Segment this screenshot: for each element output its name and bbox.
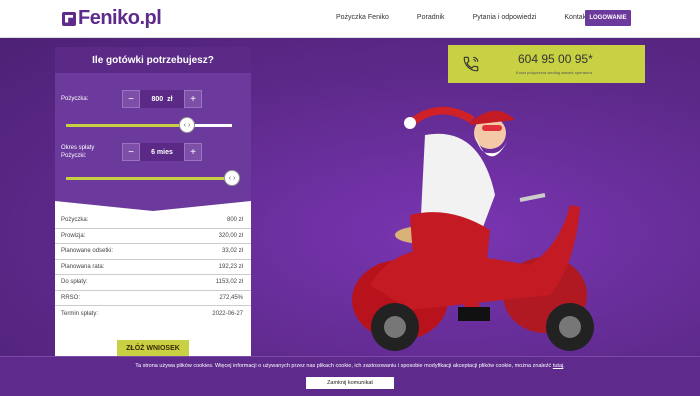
detail-label: Do spłaty: bbox=[61, 279, 88, 286]
detail-label: Pożyczka: bbox=[61, 217, 89, 224]
detail-value: 192,23 zł bbox=[218, 263, 243, 270]
calculator-title: Ile gotówki potrzebujesz? bbox=[55, 47, 251, 73]
detail-row-commission: Prowizja: 320,00 zł bbox=[55, 229, 251, 244]
detail-label: Planowane odsetki: bbox=[61, 248, 114, 255]
calculator-controls: Ile gotówki potrzebujesz? Pożyczka: − 80… bbox=[55, 47, 251, 197]
detail-row-interest: Planowane odsetki: 33,02 zł bbox=[55, 244, 251, 260]
loan-slider-fill bbox=[66, 124, 187, 127]
nav-links: Pożyczka Feniko Poradnik Pytania i odpow… bbox=[336, 14, 616, 21]
loan-amount-unit: zł bbox=[167, 95, 173, 103]
phone-cost-note: Koszt połączenia według stawek operatora bbox=[516, 70, 592, 75]
apply-button[interactable]: ZŁÓŻ WNIOSEK bbox=[117, 340, 189, 356]
phone-number: 604 95 00 95* bbox=[518, 52, 593, 66]
detail-value: 1153,02 zł bbox=[215, 279, 243, 286]
detail-value: 272,45% bbox=[219, 294, 243, 301]
detail-row-installment: Planowana rata: 192,23 zł bbox=[55, 260, 251, 275]
loan-amount-number: 800 bbox=[151, 95, 164, 103]
loan-term-slider[interactable]: ‹ › bbox=[66, 170, 240, 186]
term-minus-button[interactable]: − bbox=[122, 143, 140, 161]
loan-term-label: Okres spłaty Pożyczki: bbox=[61, 145, 95, 159]
top-navigation: Feniko.pl Pożyczka Feniko Poradnik Pytan… bbox=[0, 0, 700, 38]
detail-label: Termin spłaty: bbox=[61, 310, 99, 317]
santa-scooter-image bbox=[352, 106, 594, 351]
calculator-divider bbox=[55, 197, 251, 211]
loan-minus-button[interactable]: − bbox=[122, 90, 140, 108]
phone-icon bbox=[463, 56, 479, 72]
term-plus-button[interactable]: + bbox=[184, 143, 202, 161]
cookie-banner: Ta strona używa plików cookies. Więcej i… bbox=[0, 356, 700, 396]
detail-row-total: Do spłaty: 1153,02 zł bbox=[55, 275, 251, 291]
detail-value: 2022-06-27 bbox=[212, 310, 243, 317]
cookie-more-link[interactable]: tutaj bbox=[553, 363, 563, 369]
nav-item-faq[interactable]: Pytania i odpowiedzi bbox=[473, 14, 537, 21]
loan-details-table: Pożyczka: 800 zł Prowizja: 320,00 zł Plano… bbox=[55, 213, 251, 322]
feniko-logo[interactable]: Feniko.pl bbox=[62, 7, 162, 30]
term-slider-fill bbox=[66, 177, 232, 180]
detail-label: RRSO: bbox=[61, 294, 81, 301]
loan-calculator: Ile gotówki potrzebujesz? Pożyczka: − 80… bbox=[55, 47, 251, 357]
loan-amount-slider[interactable]: ‹ › bbox=[66, 117, 232, 133]
loan-amount-stepper: − 800 zł + bbox=[122, 90, 202, 108]
detail-label: Planowana rata: bbox=[61, 263, 105, 270]
phone-contact-box[interactable]: 604 95 00 95* Koszt połączenia według st… bbox=[448, 45, 645, 83]
logo-mark-icon bbox=[62, 11, 76, 26]
detail-value: 800 zł bbox=[226, 217, 243, 224]
detail-label: Prowizja: bbox=[61, 232, 86, 239]
close-cookie-button[interactable]: Zamknij komunikat bbox=[306, 377, 394, 389]
detail-row-loan: Pożyczka: 800 zł bbox=[55, 213, 251, 229]
nav-item-pozyczka[interactable]: Pożyczka Feniko bbox=[336, 14, 389, 21]
nav-item-poradnik[interactable]: Poradnik bbox=[417, 14, 445, 21]
detail-value: 33,02 zł bbox=[221, 248, 243, 255]
detail-row-rrso: RRSO: 272,45% bbox=[55, 291, 251, 306]
loan-term-stepper: − 6 mies + bbox=[122, 143, 202, 161]
loan-plus-button[interactable]: + bbox=[184, 90, 202, 108]
detail-value: 320,00 zł bbox=[218, 232, 243, 239]
logo-text: Feniko.pl bbox=[78, 7, 162, 29]
term-slider-knob[interactable]: ‹ › bbox=[224, 170, 240, 186]
loan-amount-value[interactable]: 800 zł bbox=[140, 90, 184, 108]
cookie-message: Ta strona używa plików cookies. Więcej i… bbox=[135, 363, 552, 369]
loan-slider-knob[interactable]: ‹ › bbox=[179, 117, 195, 133]
detail-row-due-date: Termin spłaty: 2022-06-27 bbox=[55, 306, 251, 322]
loan-term-value[interactable]: 6 mies bbox=[140, 143, 184, 161]
cookie-text: Ta strona używa plików cookies. Więcej i… bbox=[135, 363, 565, 369]
login-button[interactable]: LOGOWANIE bbox=[585, 10, 631, 26]
loan-amount-label: Pożyczka: bbox=[61, 96, 89, 102]
